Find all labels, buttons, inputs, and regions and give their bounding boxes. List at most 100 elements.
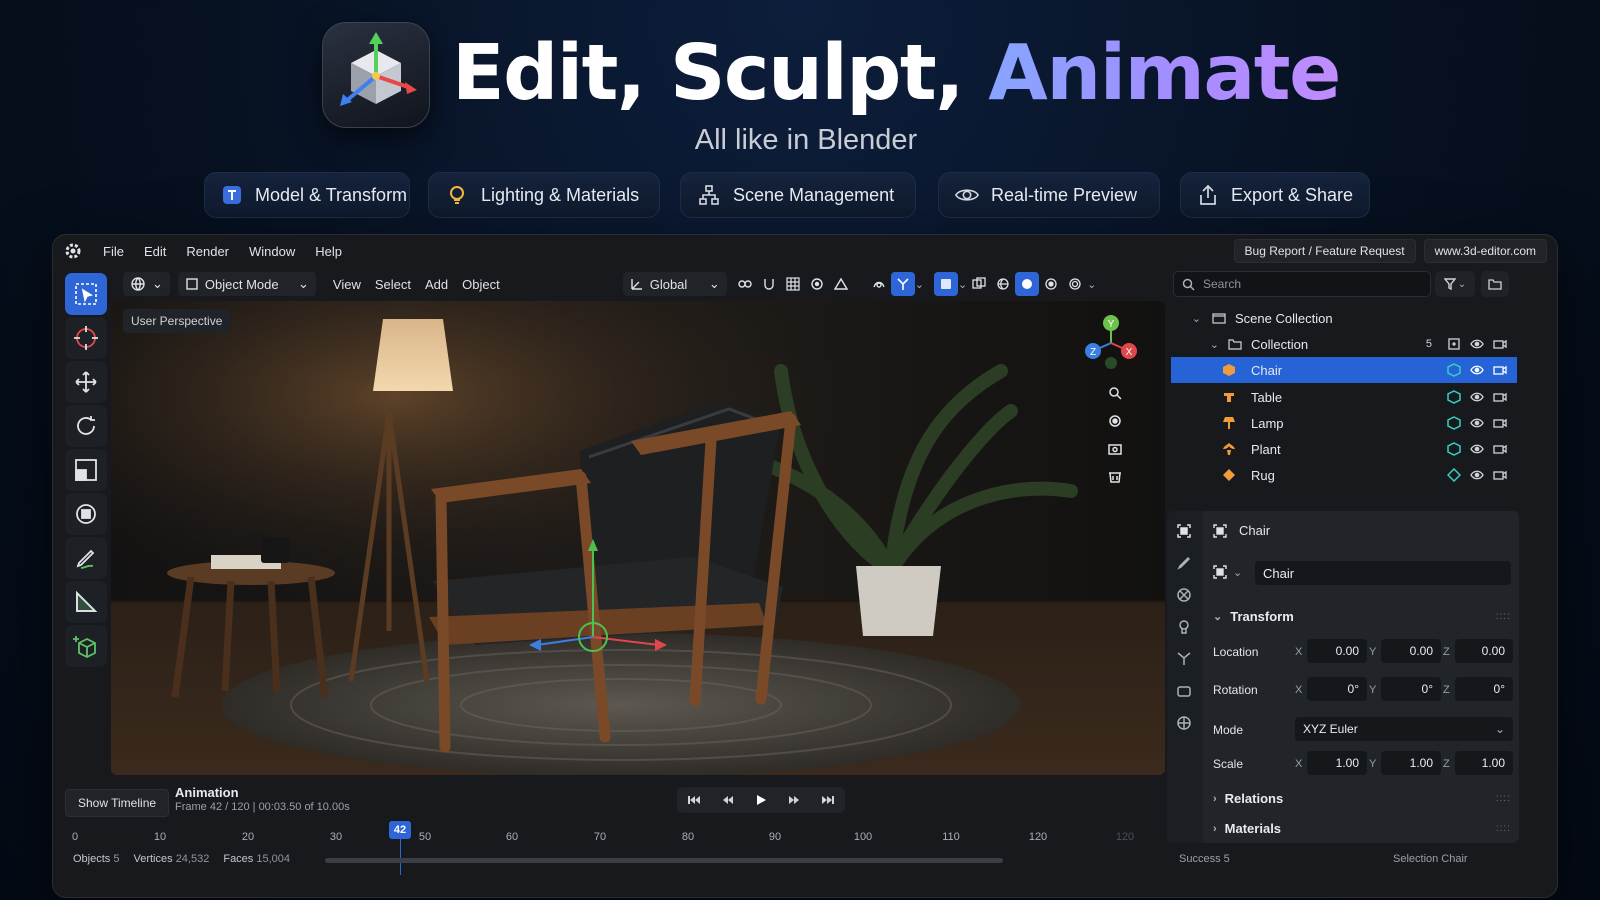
menu-object[interactable]: Object [455,272,507,296]
location-y-field[interactable]: 0.00 [1381,639,1441,663]
rotation-z-field[interactable]: 0° [1455,677,1513,701]
camera-view-icon[interactable] [1107,441,1123,457]
gizmo-toggle-icon[interactable] [890,272,915,296]
rotation-mode-select[interactable]: XYZ Euler ⌄ [1295,717,1513,741]
3d-viewport[interactable]: User Perspective Y X Z [111,301,1165,775]
timeline-scrollbar[interactable] [325,858,1003,863]
current-frame-badge[interactable]: 42 [389,821,411,839]
jump-end-icon[interactable] [821,794,835,806]
outliner-scene-collection[interactable]: ⌄ Scene Collection [1171,305,1517,331]
camera-icon[interactable] [1493,364,1507,376]
chevron-down-icon[interactable]: ⌄ [958,278,967,291]
rotation-y-field[interactable]: 0° [1381,677,1441,701]
snap-icon[interactable] [757,272,781,296]
proportional-edit-icon[interactable] [805,272,829,296]
new-collection-button[interactable] [1481,271,1509,297]
scale-tool[interactable] [65,449,107,491]
eye-icon[interactable] [1470,391,1484,403]
chevron-down-icon[interactable]: ⌄ [1087,278,1096,291]
eye-icon[interactable] [1470,338,1484,350]
menu-render[interactable]: Render [176,244,239,259]
measure-tool[interactable] [65,581,107,623]
menu-help[interactable]: Help [305,244,352,259]
exclude-checkbox-icon[interactable] [1447,337,1461,351]
rotate-tool[interactable] [65,405,107,447]
menu-window[interactable]: Window [239,244,305,259]
feature-export-share[interactable]: Export & Share [1180,172,1370,218]
outliner-item-table[interactable]: Table [1171,384,1517,410]
jump-start-icon[interactable] [687,794,701,806]
camera-icon[interactable] [1493,338,1507,350]
frame-ruler[interactable]: 0 10 20 30 50 60 70 80 90 100 110 120 12… [53,819,1165,875]
object-selector[interactable]: ⌄ [1213,565,1242,579]
add-cube-tool[interactable] [65,625,107,667]
camera-icon[interactable] [1493,417,1507,429]
scale-z-field[interactable]: 1.00 [1455,751,1513,775]
select-box-tool[interactable] [65,273,107,315]
settings-gear-icon[interactable] [53,242,93,260]
editor-type-dropdown[interactable]: ⌄ [123,272,170,296]
menu-view[interactable]: View [326,272,368,296]
camera-icon[interactable] [1493,443,1507,455]
relations-section-header[interactable]: › Relations [1213,791,1283,806]
step-forward-icon[interactable] [787,794,801,806]
wireframe-shading-icon[interactable] [991,272,1015,296]
rotation-x-field[interactable]: 0° [1307,677,1367,701]
pivot-icon[interactable] [733,272,757,296]
modifier-tab-icon[interactable] [1176,587,1192,603]
transform-section-header[interactable]: ⌄ Transform [1213,609,1294,624]
chevron-down-icon[interactable]: ⌄ [915,278,924,291]
materials-section-header[interactable]: › Materials [1213,821,1281,836]
object-properties-tab-icon[interactable] [1176,523,1192,539]
cursor-tool[interactable] [65,317,107,359]
feature-realtime-preview[interactable]: Real-time Preview [938,172,1160,218]
camera-icon[interactable] [1493,469,1507,481]
feature-model-transform[interactable]: Model & Transform [204,172,410,218]
step-back-icon[interactable] [721,794,735,806]
object-name-field[interactable]: Chair [1255,561,1511,585]
eye-icon[interactable] [1470,443,1484,455]
location-x-field[interactable]: 0.00 [1307,639,1367,663]
outliner-search[interactable]: Search [1173,271,1431,297]
play-icon[interactable] [755,794,767,806]
annotate-tool[interactable] [65,537,107,579]
menu-edit[interactable]: Edit [134,244,176,259]
falloff-icon[interactable] [829,272,853,296]
drag-grip-icon[interactable]: :::: [1496,823,1511,834]
material-shading-icon[interactable] [1039,272,1063,296]
feature-lighting-materials[interactable]: Lighting & Materials [428,172,660,218]
particles-tab-icon[interactable] [1176,619,1192,635]
pan-hand-icon[interactable] [1107,413,1123,429]
outliner-collection[interactable]: ⌄ Collection 5 [1171,331,1517,357]
world-tab-icon[interactable] [1176,715,1192,731]
chevron-down-icon[interactable]: ⌄ [1171,312,1201,325]
location-z-field[interactable]: 0.00 [1455,639,1513,663]
eye-icon[interactable] [1470,469,1484,481]
show-timeline-button[interactable]: Show Timeline [65,789,170,817]
chevron-down-icon[interactable]: ⌄ [1233,566,1242,579]
ortho-toggle-icon[interactable] [1107,469,1123,485]
visibility-icon[interactable] [867,272,891,296]
filter-button[interactable]: ⌄ [1435,271,1475,297]
mode-dropdown[interactable]: Object Mode ⌄ [177,272,316,296]
feature-scene-management[interactable]: Scene Management [680,172,916,218]
tool-tab-icon[interactable] [1176,555,1192,571]
outliner-item-rug[interactable]: Rug [1171,462,1517,488]
camera-icon[interactable] [1493,391,1507,403]
orientation-dropdown[interactable]: Global ⌄ [622,272,727,296]
menu-file[interactable]: File [93,244,134,259]
zoom-icon[interactable] [1107,385,1123,401]
eye-icon[interactable] [1470,417,1484,429]
website-link[interactable]: www.3d-editor.com [1423,239,1547,263]
chevron-down-icon[interactable]: ⌄ [1171,338,1219,351]
scale-x-field[interactable]: 1.00 [1307,751,1367,775]
eye-icon[interactable] [1470,364,1484,376]
outliner-item-lamp[interactable]: Lamp [1171,410,1517,436]
overlay-toggle-icon[interactable] [933,272,958,296]
bug-report-link[interactable]: Bug Report / Feature Request [1233,239,1416,263]
outliner-item-plant[interactable]: Plant [1171,436,1517,462]
xray-icon[interactable] [967,272,991,296]
solid-shading-icon[interactable] [1015,272,1040,296]
drag-grip-icon[interactable]: :::: [1496,611,1511,622]
menu-select[interactable]: Select [368,272,418,296]
